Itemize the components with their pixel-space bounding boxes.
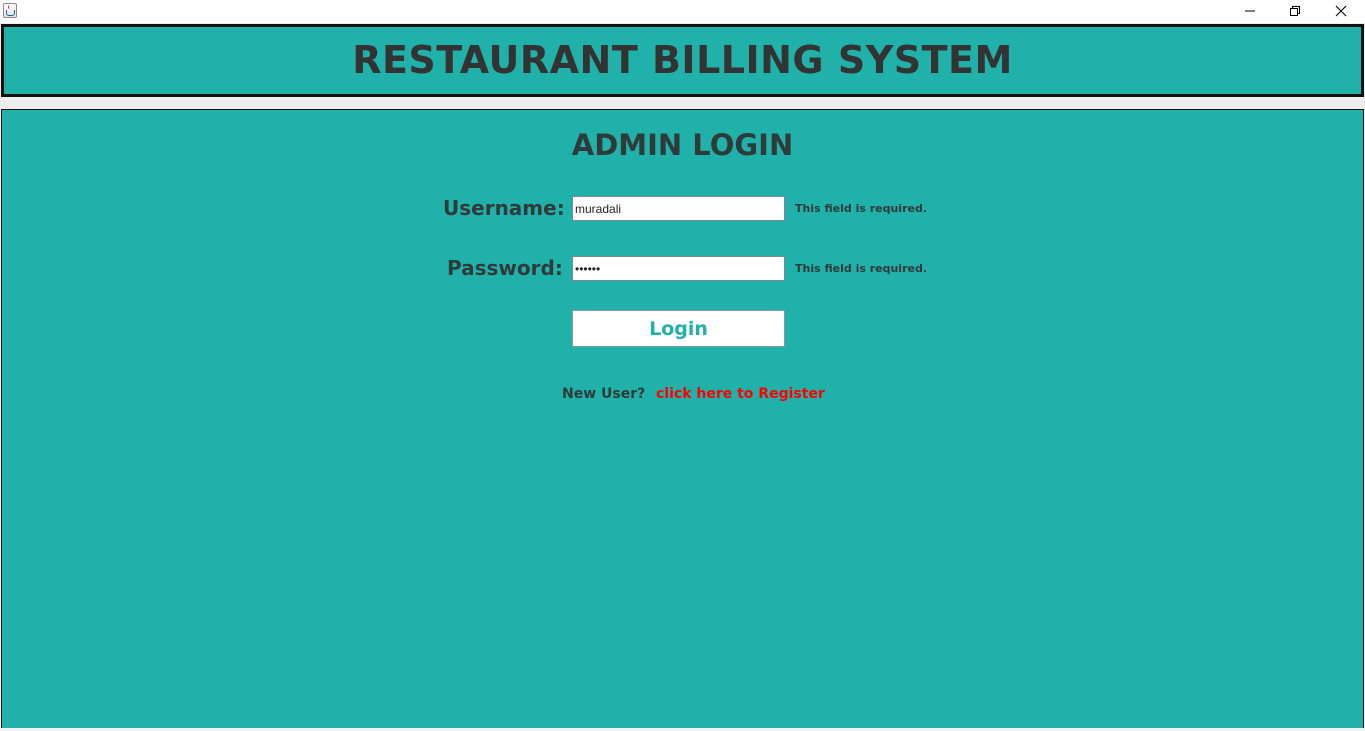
register-link[interactable]: click here to Register bbox=[656, 386, 825, 402]
username-label: Username: bbox=[443, 196, 565, 220]
username-input[interactable] bbox=[572, 196, 785, 221]
header-panel: RESTAURANT BILLING SYSTEM bbox=[1, 24, 1364, 97]
minimize-button[interactable] bbox=[1227, 0, 1273, 22]
app-window: RESTAURANT BILLING SYSTEM ADMIN LOGIN Us… bbox=[0, 0, 1365, 731]
password-required-note: This field is required. bbox=[795, 262, 928, 275]
login-panel: ADMIN LOGIN Username: This field is requ… bbox=[1, 109, 1364, 731]
username-required-note: This field is required. bbox=[795, 202, 928, 215]
java-cup-icon bbox=[3, 3, 17, 18]
close-icon bbox=[1335, 5, 1347, 17]
password-label: Password: bbox=[447, 256, 563, 280]
restore-button[interactable] bbox=[1272, 0, 1318, 22]
restore-icon bbox=[1290, 6, 1300, 16]
close-button[interactable] bbox=[1318, 0, 1364, 22]
login-title: ADMIN LOGIN bbox=[571, 128, 794, 162]
password-input[interactable] bbox=[572, 256, 785, 281]
login-button[interactable]: Login bbox=[572, 310, 785, 347]
new-user-label: New User? bbox=[562, 386, 646, 402]
title-bar bbox=[0, 0, 1365, 23]
app-title: RESTAURANT BILLING SYSTEM bbox=[352, 37, 1013, 82]
minimize-icon bbox=[1245, 10, 1255, 12]
